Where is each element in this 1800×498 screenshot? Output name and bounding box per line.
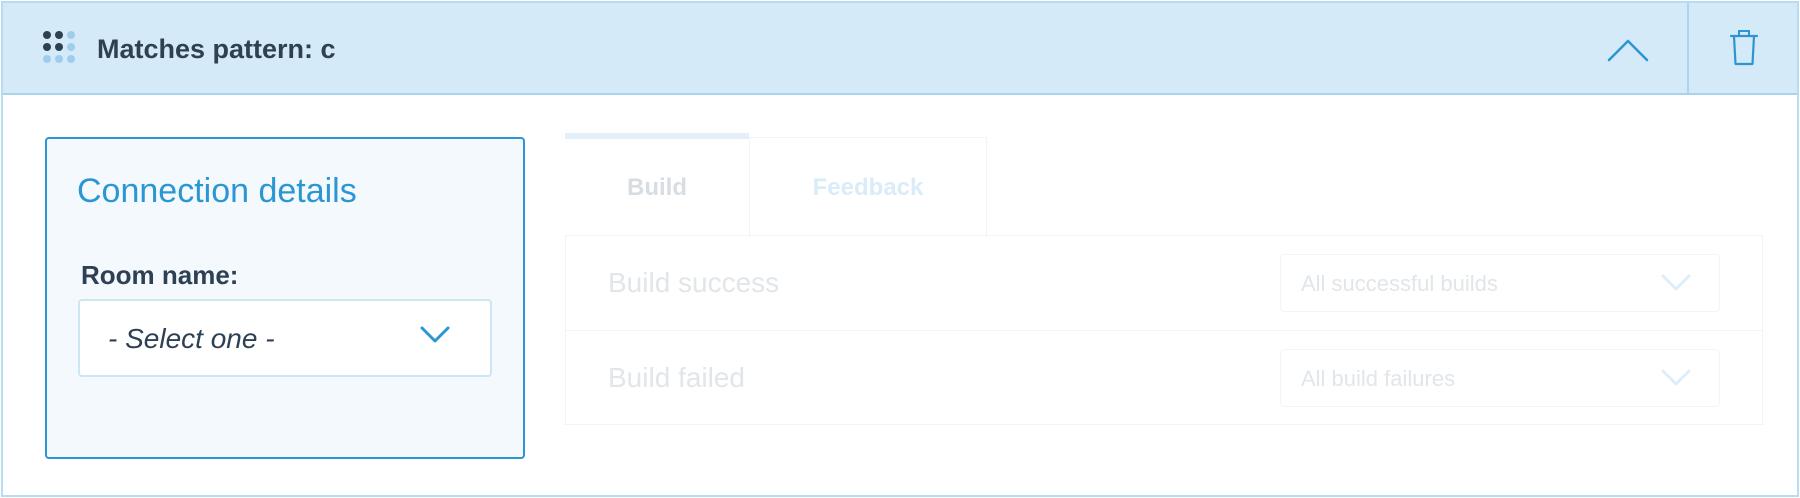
chevron-down-icon (1661, 274, 1691, 291)
rule-title: Matches pattern: c (97, 34, 336, 64)
room-name-label: Room name: (81, 260, 239, 290)
build-success-select-value: All successful builds (1301, 271, 1498, 296)
chevron-down-icon (1661, 369, 1691, 386)
room-name-select-value: - Select one - (108, 323, 275, 354)
build-success-select[interactable]: All successful builds (1280, 254, 1720, 312)
event-row-build-success: Build success All successful builds (566, 236, 1762, 330)
collapse-button[interactable] (1575, 23, 1681, 75)
delete-button[interactable] (1689, 3, 1799, 93)
chevron-down-icon (420, 326, 450, 343)
build-failed-select[interactable]: All build failures (1280, 349, 1720, 407)
tab-feedback[interactable]: Feedback (749, 137, 987, 237)
event-rows: Build success All successful builds Buil… (565, 235, 1763, 425)
event-label: Build success (608, 267, 780, 298)
event-row-build-failed: Build failed All build failures (566, 330, 1762, 424)
event-tabs-area: Build Feedback Build success All success… (565, 133, 1763, 425)
room-name-select[interactable]: - Select one - (78, 299, 492, 377)
chevron-up-icon (1607, 39, 1649, 62)
notification-rule-panel: Matches pattern: c Connection details Ro… (1, 1, 1799, 497)
build-failed-select-value: All build failures (1301, 366, 1456, 391)
rule-header: Matches pattern: c (3, 3, 1797, 95)
connection-details-title: Connection details (77, 172, 357, 210)
event-label: Build failed (608, 362, 745, 393)
trash-icon (1729, 30, 1759, 66)
tab-build[interactable]: Build (565, 133, 749, 237)
connection-details-card: Connection details Room name: - Select o… (45, 137, 525, 459)
drag-grip-icon[interactable] (43, 31, 79, 69)
